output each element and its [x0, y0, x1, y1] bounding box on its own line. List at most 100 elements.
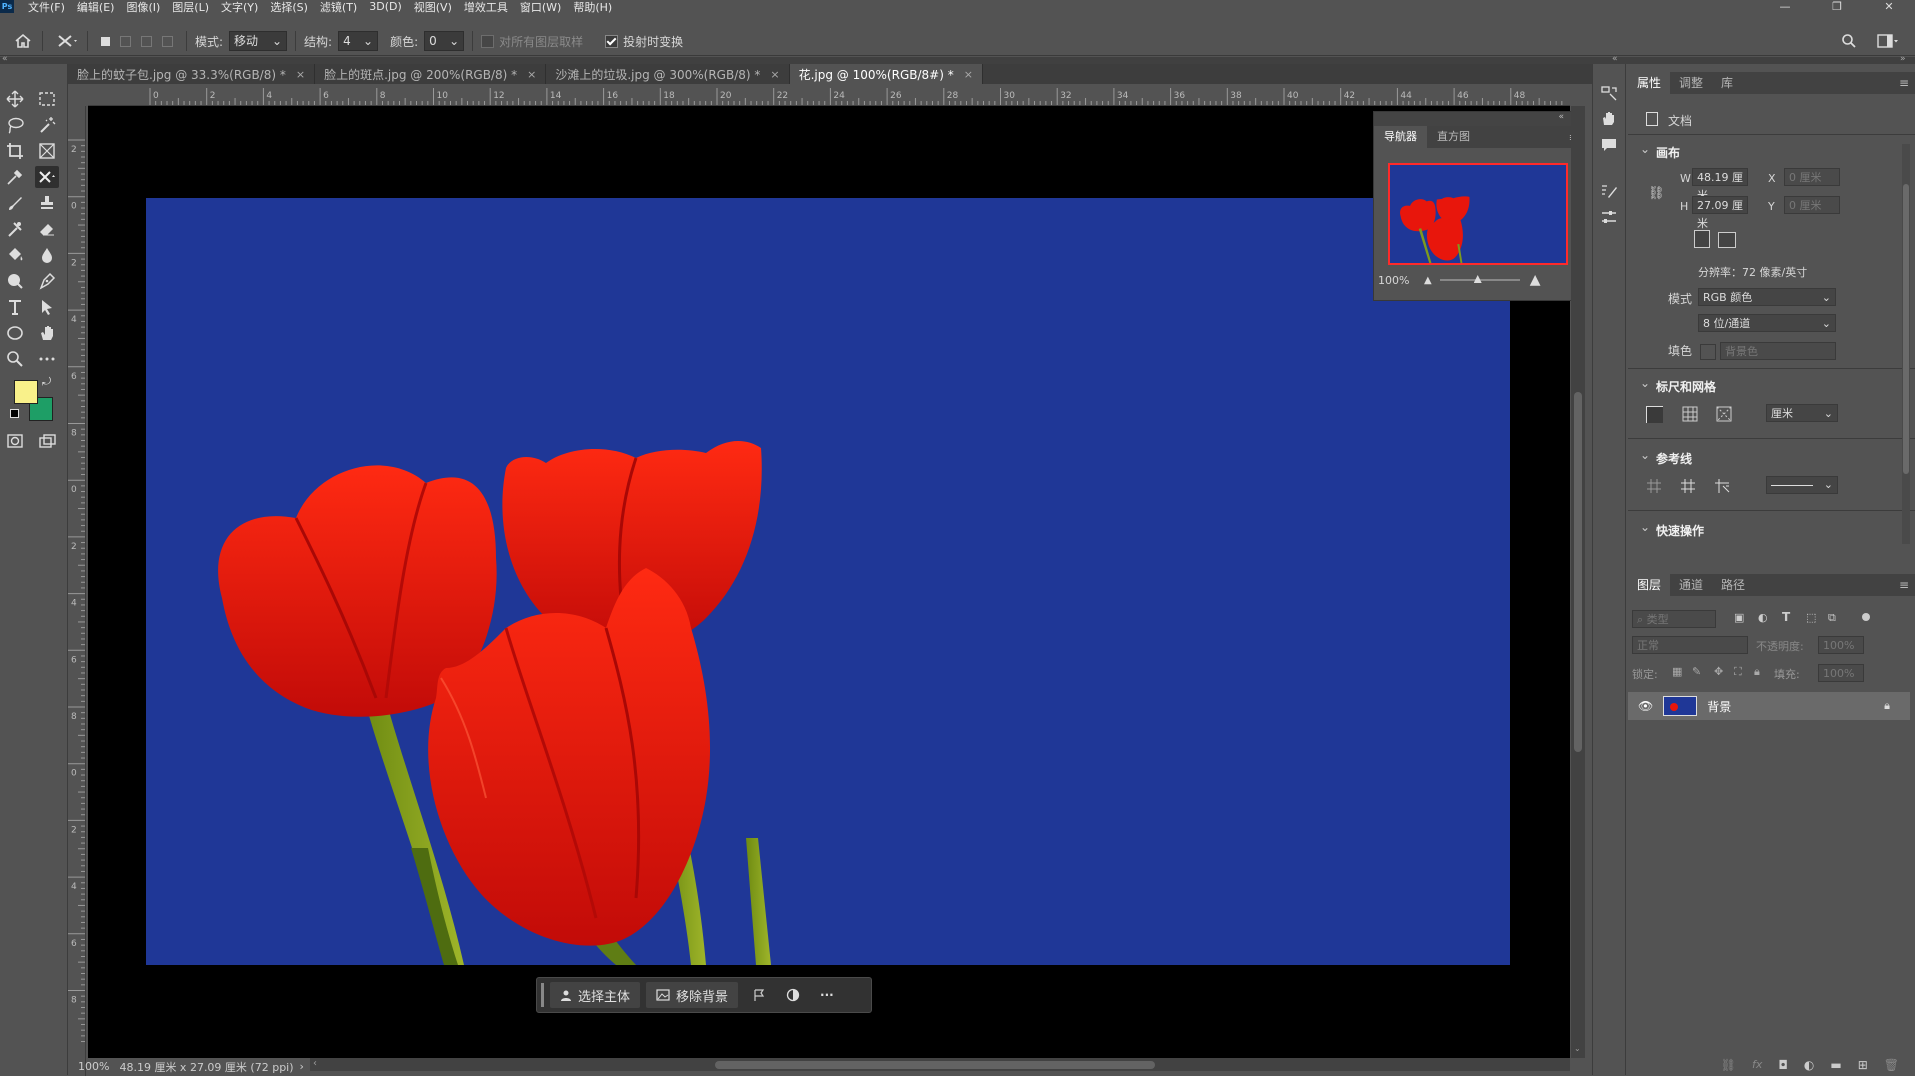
fill-opacity-input[interactable]: 100% [1818, 664, 1864, 682]
ruler-toggle-icon[interactable] [1646, 406, 1663, 423]
link-layers-icon[interactable]: ⛓ [1721, 1058, 1736, 1072]
tab-libraries[interactable]: 库 [1712, 72, 1742, 94]
search-icon[interactable] [1841, 33, 1857, 49]
marquee-tool-icon[interactable] [35, 88, 59, 110]
grid-icon[interactable] [1682, 406, 1698, 422]
default-colors-icon[interactable] [10, 409, 19, 418]
close-icon[interactable]: × [527, 68, 536, 81]
workspace-icon[interactable] [1877, 33, 1899, 49]
guide-style-select[interactable]: ⌄ [1766, 476, 1838, 494]
zoom-in-icon[interactable]: ▲ [1530, 272, 1541, 288]
lock-all-icon[interactable]: 🔒︎ [1754, 665, 1760, 679]
width-input[interactable]: 48.19 厘米 [1692, 168, 1748, 202]
menu-3d[interactable]: 3D(D) [369, 0, 402, 13]
vertical-scrollbar[interactable]: ⌄ [1571, 106, 1585, 1058]
home-icon[interactable] [14, 33, 34, 49]
mode-select[interactable]: 移动 ⌄ [229, 31, 288, 51]
navigator-zoom-value[interactable]: 100% [1378, 274, 1424, 287]
lock-artboard-icon[interactable]: ⛶ [1734, 665, 1742, 679]
color-mode-select[interactable]: RGB 颜色 ⌄ [1698, 288, 1836, 306]
new-guide-icon[interactable] [1680, 478, 1696, 494]
ellipse-tool-icon[interactable] [3, 322, 27, 344]
pin-icon[interactable] [752, 988, 766, 1002]
bit-depth-select[interactable]: 8 位/通道 ⌄ [1698, 314, 1836, 332]
tab-document-3[interactable]: 沙滩上的垃圾.jpg @ 300%(RGB/8) * × [546, 64, 790, 84]
lock-position-icon[interactable]: ✥ [1714, 665, 1723, 678]
history-icon[interactable] [1600, 84, 1618, 102]
add-selection-icon[interactable] [120, 35, 131, 47]
path-selection-icon[interactable] [35, 296, 59, 318]
ruler-corner[interactable] [68, 88, 88, 105]
opacity-input[interactable]: 100% [1818, 636, 1864, 654]
tab-document-4[interactable]: 花.jpg @ 100%(RGB/8#) * × [789, 64, 983, 84]
panel-menu-icon[interactable]: ≡ [1899, 76, 1909, 90]
adjustment-layer-icon[interactable]: ◐ [1804, 1058, 1814, 1072]
zoom-level[interactable]: 100% [78, 1060, 109, 1073]
zoom-tool-icon[interactable] [3, 348, 27, 370]
stamp-tool-icon[interactable] [35, 192, 59, 214]
chevron-down-icon[interactable]: ⌄ [1574, 1044, 1581, 1053]
foreground-color-swatch[interactable] [14, 380, 38, 404]
horizontal-ruler[interactable]: 0 2 4 6 8 10 12 14 16 18 20 22 24 26 28 30 32 34 36 38 40 42 4… [88, 88, 1570, 106]
menu-edit[interactable]: 编辑(E) [77, 0, 115, 15]
history-brush-icon[interactable] [3, 218, 27, 240]
filter-smart-object-icon[interactable]: ⧉ [1828, 611, 1836, 625]
height-input[interactable]: 27.09 厘米 [1692, 196, 1748, 230]
crop-tool-icon[interactable] [3, 140, 27, 162]
portrait-orientation-icon[interactable] [1694, 230, 1710, 248]
transform-checkbox[interactable] [605, 34, 619, 48]
fill-swatch[interactable] [1700, 344, 1716, 360]
layer-style-icon[interactable]: fx [1752, 1058, 1762, 1071]
restore-button[interactable]: ❐ [1811, 0, 1863, 13]
quick-mask-icon[interactable] [3, 430, 27, 452]
horizontal-scrollbar[interactable]: ‹ [310, 1058, 1570, 1071]
menu-select[interactable]: 选择(S) [270, 0, 308, 15]
delete-layer-icon[interactable]: 🗑︎ [1884, 1058, 1899, 1072]
hand-icon[interactable] [1600, 110, 1618, 128]
new-layer-icon[interactable]: ⊞ [1858, 1058, 1868, 1072]
content-aware-move-icon[interactable] [57, 33, 79, 49]
menu-window[interactable]: 窗口(W) [520, 0, 561, 15]
filter-pixel-icon[interactable]: ▣ [1734, 611, 1744, 624]
tab-channels[interactable]: 通道 [1670, 574, 1712, 596]
intersect-selection-icon[interactable] [162, 35, 173, 47]
more-tools-icon[interactable] [35, 348, 59, 370]
brush-tool-icon[interactable] [3, 192, 27, 214]
layer-row[interactable]: 👁︎ 背景 🔒︎ [1628, 692, 1910, 720]
menu-plugins[interactable]: 增效工具 [464, 0, 508, 15]
screen-mode-icon[interactable] [35, 430, 59, 452]
close-window-button[interactable]: ✕ [1863, 0, 1915, 13]
guide-icon[interactable] [1646, 478, 1662, 494]
tab-adjustments[interactable]: 调整 [1670, 72, 1712, 94]
expand-right-icon[interactable]: » [1900, 54, 1906, 64]
menu-file[interactable]: 文件(F) [28, 0, 65, 15]
magic-wand-icon[interactable] [35, 114, 59, 136]
content-aware-move-tool-icon[interactable] [35, 166, 59, 188]
adjustments-icon[interactable] [1600, 208, 1618, 226]
more-options-icon[interactable]: ··· [820, 988, 834, 1002]
pen-tool-icon[interactable] [35, 270, 59, 292]
frame-tool-icon[interactable] [35, 140, 59, 162]
adjust-icon[interactable] [786, 988, 800, 1002]
tab-document-2[interactable]: 脸上的斑点.jpg @ 200%(RGB/8) * × [315, 64, 547, 84]
lock-icon[interactable]: 🔒︎ [1884, 699, 1890, 713]
tab-properties[interactable]: 属性 [1628, 72, 1671, 94]
pixel-grid-icon[interactable] [1716, 406, 1732, 422]
select-subject-button[interactable]: 选择主体 [550, 982, 641, 1008]
close-icon[interactable]: × [296, 68, 305, 81]
x-input[interactable]: 0 厘米 [1784, 168, 1840, 186]
paint-bucket-icon[interactable] [3, 244, 27, 266]
swap-colors-icon[interactable]: ⤾ [42, 375, 51, 389]
lasso-tool-icon[interactable] [3, 114, 27, 136]
lock-pixels-icon[interactable]: ✎ [1692, 665, 1701, 678]
filter-shape-icon[interactable]: ⬚ [1806, 611, 1816, 624]
tab-paths[interactable]: 路径 [1712, 574, 1754, 596]
menu-image[interactable]: 图像(I) [126, 0, 160, 15]
menu-layer[interactable]: 图层(L) [172, 0, 209, 15]
new-selection-icon[interactable] [101, 36, 110, 46]
eyedropper-icon[interactable] [3, 166, 27, 188]
remove-background-button[interactable]: 移除背景 [646, 982, 739, 1008]
sample-all-checkbox[interactable] [481, 34, 495, 48]
move-tool-icon[interactable] [3, 88, 27, 110]
filter-adjustment-icon[interactable]: ◐ [1758, 611, 1768, 624]
